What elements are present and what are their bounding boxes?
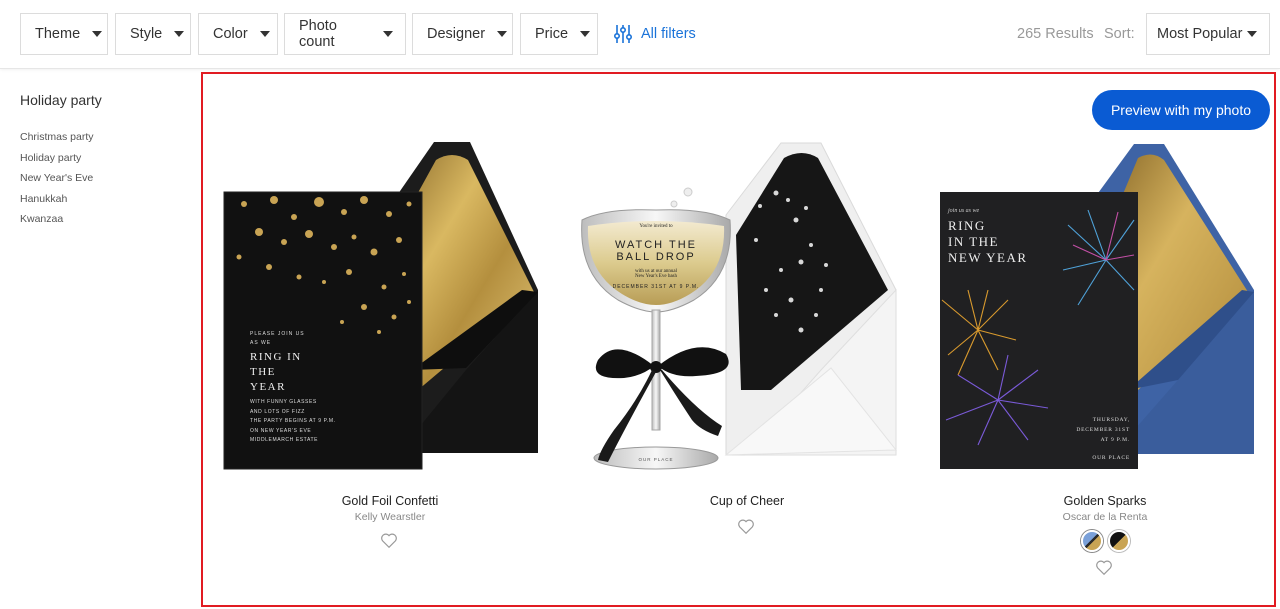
filter-photo-count-label: Photo count: [299, 18, 337, 50]
all-filters-button[interactable]: All filters: [614, 22, 696, 46]
sidebar-item-holiday-party[interactable]: Holiday party: [20, 151, 190, 172]
favorite-heart-icon[interactable]: [380, 532, 398, 549]
card-place-line: OUR PLACE: [1092, 455, 1130, 461]
card-big-line: BALL DROP: [616, 251, 696, 263]
chevron-down-icon: [92, 31, 103, 37]
product-designer[interactable]: Kelly Wearstler: [240, 511, 540, 523]
product-designer[interactable]: Oscar de la Renta: [955, 511, 1255, 523]
card-small-line: WITH FUNNY GLASSES: [250, 399, 317, 405]
card-small-line: AND LOTS OF FIZZ: [250, 408, 305, 415]
confetti-pattern: [236, 196, 412, 334]
card-small-line: AS WE: [250, 340, 272, 346]
card-thumbnail[interactable]: [576, 140, 898, 475]
card-text-block: join us as we RING IN THE NEW YEAR: [948, 208, 1068, 266]
results-count: 265 Results: [1017, 26, 1094, 42]
sort-value: Most Popular: [1157, 26, 1243, 42]
filter-color-dropdown[interactable]: Color: [198, 13, 278, 55]
product-title[interactable]: Golden Sparks: [955, 494, 1255, 508]
card-big-line: YEAR: [250, 381, 286, 393]
filter-price-dropdown[interactable]: Price: [520, 13, 598, 55]
product-title[interactable]: Cup of Cheer: [597, 494, 897, 508]
favorite-heart-icon[interactable]: [737, 518, 755, 535]
sidebar-title: Holiday party: [20, 92, 102, 108]
sort-dropdown[interactable]: Most Popular: [1146, 13, 1270, 55]
filter-price-label: Price: [535, 26, 569, 42]
filter-bar: Theme Style Color Photo count Designer P…: [0, 0, 1280, 69]
card-small-line: join us as we: [948, 208, 980, 214]
card-date-line: AT 9 P.M.: [1100, 437, 1130, 443]
card-small-line: PLEASE JOIN US: [250, 331, 305, 337]
card-big-line: NEW YEAR: [948, 250, 1028, 265]
preview-with-photo-button[interactable]: Preview with my photo: [1092, 90, 1270, 130]
card-small-line: MIDDLEMARCH ESTATE: [250, 437, 319, 443]
category-sidebar: Holiday party Christmas party Holiday pa…: [20, 92, 190, 233]
card-small-line: THE PARTY BEGINS AT 9 P.M.: [250, 418, 336, 424]
filter-theme-dropdown[interactable]: Theme: [20, 13, 108, 55]
chevron-down-icon: [497, 31, 508, 37]
card-small-line: New Year's Eve bash: [634, 274, 677, 279]
card-place-line: OUR PLACE: [638, 457, 674, 462]
card-date-line: THURSDAY,: [1092, 417, 1130, 423]
favorite-heart-icon[interactable]: [1095, 559, 1113, 576]
card-big-line: IN THE: [948, 234, 1000, 249]
card-invite-line: You're invited to: [639, 224, 673, 229]
card-text-block: You're invited to WATCH THE BALL DROP wi…: [596, 224, 716, 290]
card-small-line: ON NEW YEAR'S EVE: [250, 427, 312, 434]
filter-color-label: Color: [213, 26, 248, 42]
filter-designer-dropdown[interactable]: Designer: [412, 13, 513, 55]
chevron-down-icon: [174, 31, 185, 37]
color-swatch-blue-gold[interactable]: [1081, 530, 1103, 552]
chevron-down-icon: [383, 31, 393, 37]
card-date-line: DECEMBER 31ST AT 9 P.M.: [612, 284, 700, 290]
chevron-down-icon: [580, 31, 591, 37]
card-date-line: DECEMBER 31ST: [1076, 427, 1130, 433]
sidebar-item-kwanzaa[interactable]: Kwanzaa: [20, 212, 190, 233]
card-text-block: PLEASE JOIN US AS WE RING IN THE YEAR WI…: [250, 330, 370, 446]
filter-photo-count-dropdown[interactable]: Photo count: [284, 13, 406, 55]
product-title[interactable]: Gold Foil Confetti: [240, 494, 540, 508]
sort-label: Sort:: [1104, 26, 1135, 42]
filter-style-label: Style: [130, 26, 163, 42]
card-date-block: THURSDAY, DECEMBER 31ST AT 9 P.M. OUR PL…: [1070, 415, 1130, 463]
card-big-line: RING IN: [250, 351, 302, 363]
sidebar-item-hanukkah[interactable]: Hanukkah: [20, 192, 190, 213]
card-big-line: RING: [948, 218, 986, 233]
card-big-line: THE: [250, 366, 276, 378]
filter-style-dropdown[interactable]: Style: [115, 13, 191, 55]
chevron-down-icon: [1247, 31, 1257, 37]
color-swatch-black-gold[interactable]: [1108, 530, 1130, 552]
card-big-line: WATCH THE: [615, 239, 697, 251]
filter-theme-label: Theme: [35, 26, 81, 42]
sidebar-item-christmas-party[interactable]: Christmas party: [20, 130, 190, 151]
sliders-icon: [614, 25, 632, 43]
sidebar-item-new-years-eve[interactable]: New Year's Eve: [20, 171, 190, 192]
all-filters-label: All filters: [641, 26, 696, 42]
chevron-down-icon: [259, 31, 270, 37]
filter-designer-label: Designer: [427, 26, 486, 42]
